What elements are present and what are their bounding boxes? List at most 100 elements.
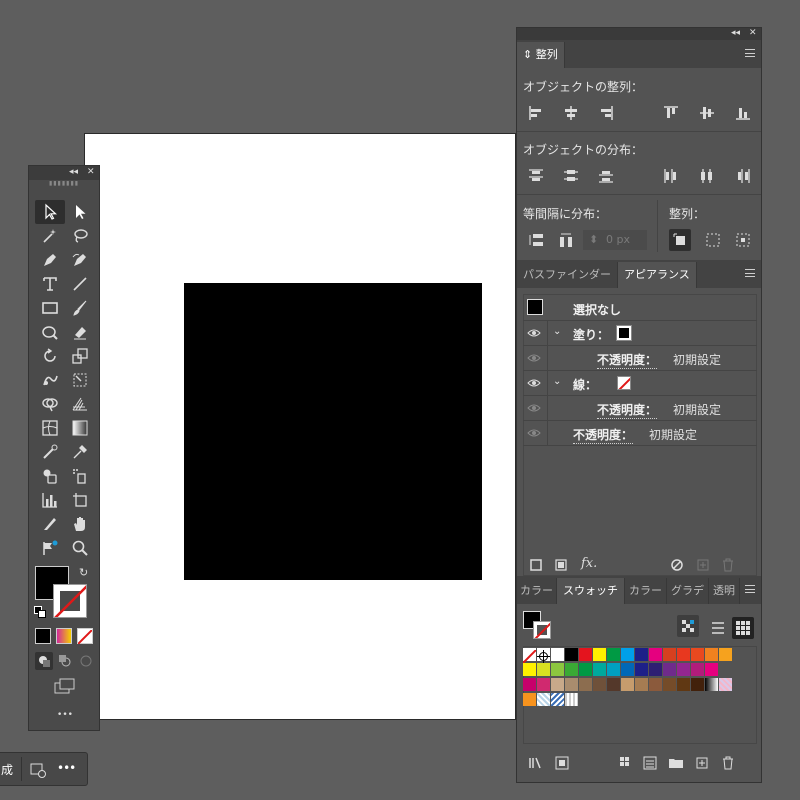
tab-color[interactable]: カラー [517,578,557,604]
distribute-top-icon[interactable] [525,165,547,187]
scale-tool-icon[interactable] [65,344,95,368]
black-square[interactable] [184,283,482,580]
tab-gradient[interactable]: グラデ [667,578,709,604]
color-swatch[interactable] [635,678,648,691]
color-swatch[interactable] [677,663,690,676]
line-tool-icon[interactable] [65,272,95,296]
color-swatch[interactable] [523,693,536,706]
align-horizontal-center-icon[interactable] [560,102,582,124]
stroke-color-swatch[interactable] [53,584,87,618]
drag-grip[interactable]: ▮▮▮▮▮▮▮ [29,180,99,188]
slice-tool-icon[interactable] [35,512,65,536]
hand-tool-icon[interactable] [65,512,95,536]
color-swatch[interactable] [523,663,536,676]
shaper-tool-icon[interactable] [35,320,65,344]
appearance-row-stroke-opacity[interactable]: 不透明度： 初期設定 [523,396,757,421]
align-bottom-icon[interactable] [732,102,754,124]
curvature-tool-icon[interactable] [65,248,95,272]
color-swatch[interactable] [607,663,620,676]
gradient-tool-icon[interactable] [65,416,95,440]
close-icon[interactable]: ✕ [87,167,95,177]
fill-swatch[interactable] [616,325,632,341]
color-swatch[interactable] [579,663,592,676]
column-graph-tool-icon[interactable] [35,488,65,512]
color-swatch[interactable] [537,663,550,676]
color-swatch[interactable] [537,693,550,706]
expand-chevron-icon[interactable]: ⌄ [553,376,561,387]
color-swatch[interactable] [705,648,718,661]
mesh-tool-icon[interactable] [35,416,65,440]
distribute-horizontal-center-icon[interactable] [696,165,718,187]
color-swatch[interactable] [663,678,676,691]
align-to-key-object-icon[interactable] [669,229,691,251]
appearance-row-fill[interactable]: ⌄ 塗り： [523,321,757,346]
clear-appearance-icon[interactable] [666,554,688,576]
artboard-tool-icon[interactable] [65,488,95,512]
color-swatch[interactable] [537,678,550,691]
visibility-eye-icon[interactable] [527,327,541,339]
expand-chevron-icon[interactable]: ⌄ [553,326,561,337]
pen-tool-icon[interactable] [35,248,65,272]
perspective-grid-tool-icon[interactable] [65,392,95,416]
color-swatch[interactable] [565,663,578,676]
color-swatch[interactable] [593,663,606,676]
new-color-group-icon[interactable] [639,752,661,774]
paintbrush-tool-icon[interactable] [65,296,95,320]
spacing-input[interactable]: ⬍ 0 px [583,230,647,250]
color-swatch[interactable] [551,693,564,706]
distribute-vertical-center-icon[interactable] [560,165,582,187]
tab-appearance[interactable]: アピアランス [618,262,697,288]
screen-mode-icon[interactable] [54,678,76,694]
thumbnail-view-icon[interactable] [732,617,754,639]
tab-color-guide[interactable]: カラー [625,578,667,604]
color-swatch[interactable] [565,678,578,691]
symbol-sprayer-tool-icon[interactable] [65,464,95,488]
gradient-mode-button[interactable] [56,628,72,644]
tools-panel-header[interactable]: ◂◂ ✕ [29,166,99,180]
color-swatch[interactable] [635,648,648,661]
collapse-icon[interactable]: ◂◂ [69,167,78,177]
swatch-stroke-indicator[interactable] [533,621,551,639]
free-transform-tool-icon[interactable] [65,368,95,392]
appearance-row-fill-opacity[interactable]: 不透明度： 初期設定 [523,346,757,371]
color-swatch[interactable] [551,663,564,676]
align-top-icon[interactable] [660,102,682,124]
color-swatch[interactable] [579,648,592,661]
type-tool-icon[interactable] [35,272,65,296]
color-swatch[interactable] [663,663,676,676]
tab-swatches[interactable]: スウォッチ [557,578,625,604]
panel-menu-icon[interactable] [745,49,755,57]
color-swatch[interactable] [705,678,718,691]
add-effect-icon[interactable]: fx. [581,556,597,571]
selection-tool-icon[interactable] [35,200,65,224]
visibility-eye-icon[interactable] [527,427,541,439]
live-paint-bucket-icon[interactable] [35,464,65,488]
tab-align[interactable]: ⇕ 整列 [517,42,565,68]
rotate-tool-icon[interactable] [35,344,65,368]
align-vertical-center-icon[interactable] [696,102,718,124]
color-swatch[interactable] [551,678,564,691]
recolor-icon[interactable] [29,761,47,779]
color-swatch[interactable] [649,678,662,691]
spacing-stepper-icon[interactable]: ⬍ [589,231,598,249]
more-options-icon[interactable]: ••• [57,761,76,775]
close-panels-icon[interactable]: ✕ [749,28,757,38]
new-folder-icon[interactable] [665,752,687,774]
color-swatch[interactable] [565,693,578,706]
distribute-bottom-icon[interactable] [595,165,617,187]
new-swatch-icon[interactable] [691,752,713,774]
stroke-swatch[interactable] [617,376,631,390]
add-fill-icon[interactable] [550,554,572,576]
lasso-tool-icon[interactable] [65,224,95,248]
shape-builder-tool-icon[interactable] [35,392,65,416]
color-swatch[interactable] [579,678,592,691]
color-swatch[interactable] [677,648,690,661]
show-swatch-kinds-icon[interactable] [551,752,573,774]
draw-normal-icon[interactable] [35,652,53,670]
color-swatch[interactable] [691,663,704,676]
blend-tool-icon[interactable] [35,440,65,464]
color-swatch[interactable] [621,663,634,676]
color-swatch[interactable] [719,678,732,691]
visibility-eye-icon[interactable] [527,352,541,364]
direct-selection-tool-icon[interactable] [65,200,95,224]
